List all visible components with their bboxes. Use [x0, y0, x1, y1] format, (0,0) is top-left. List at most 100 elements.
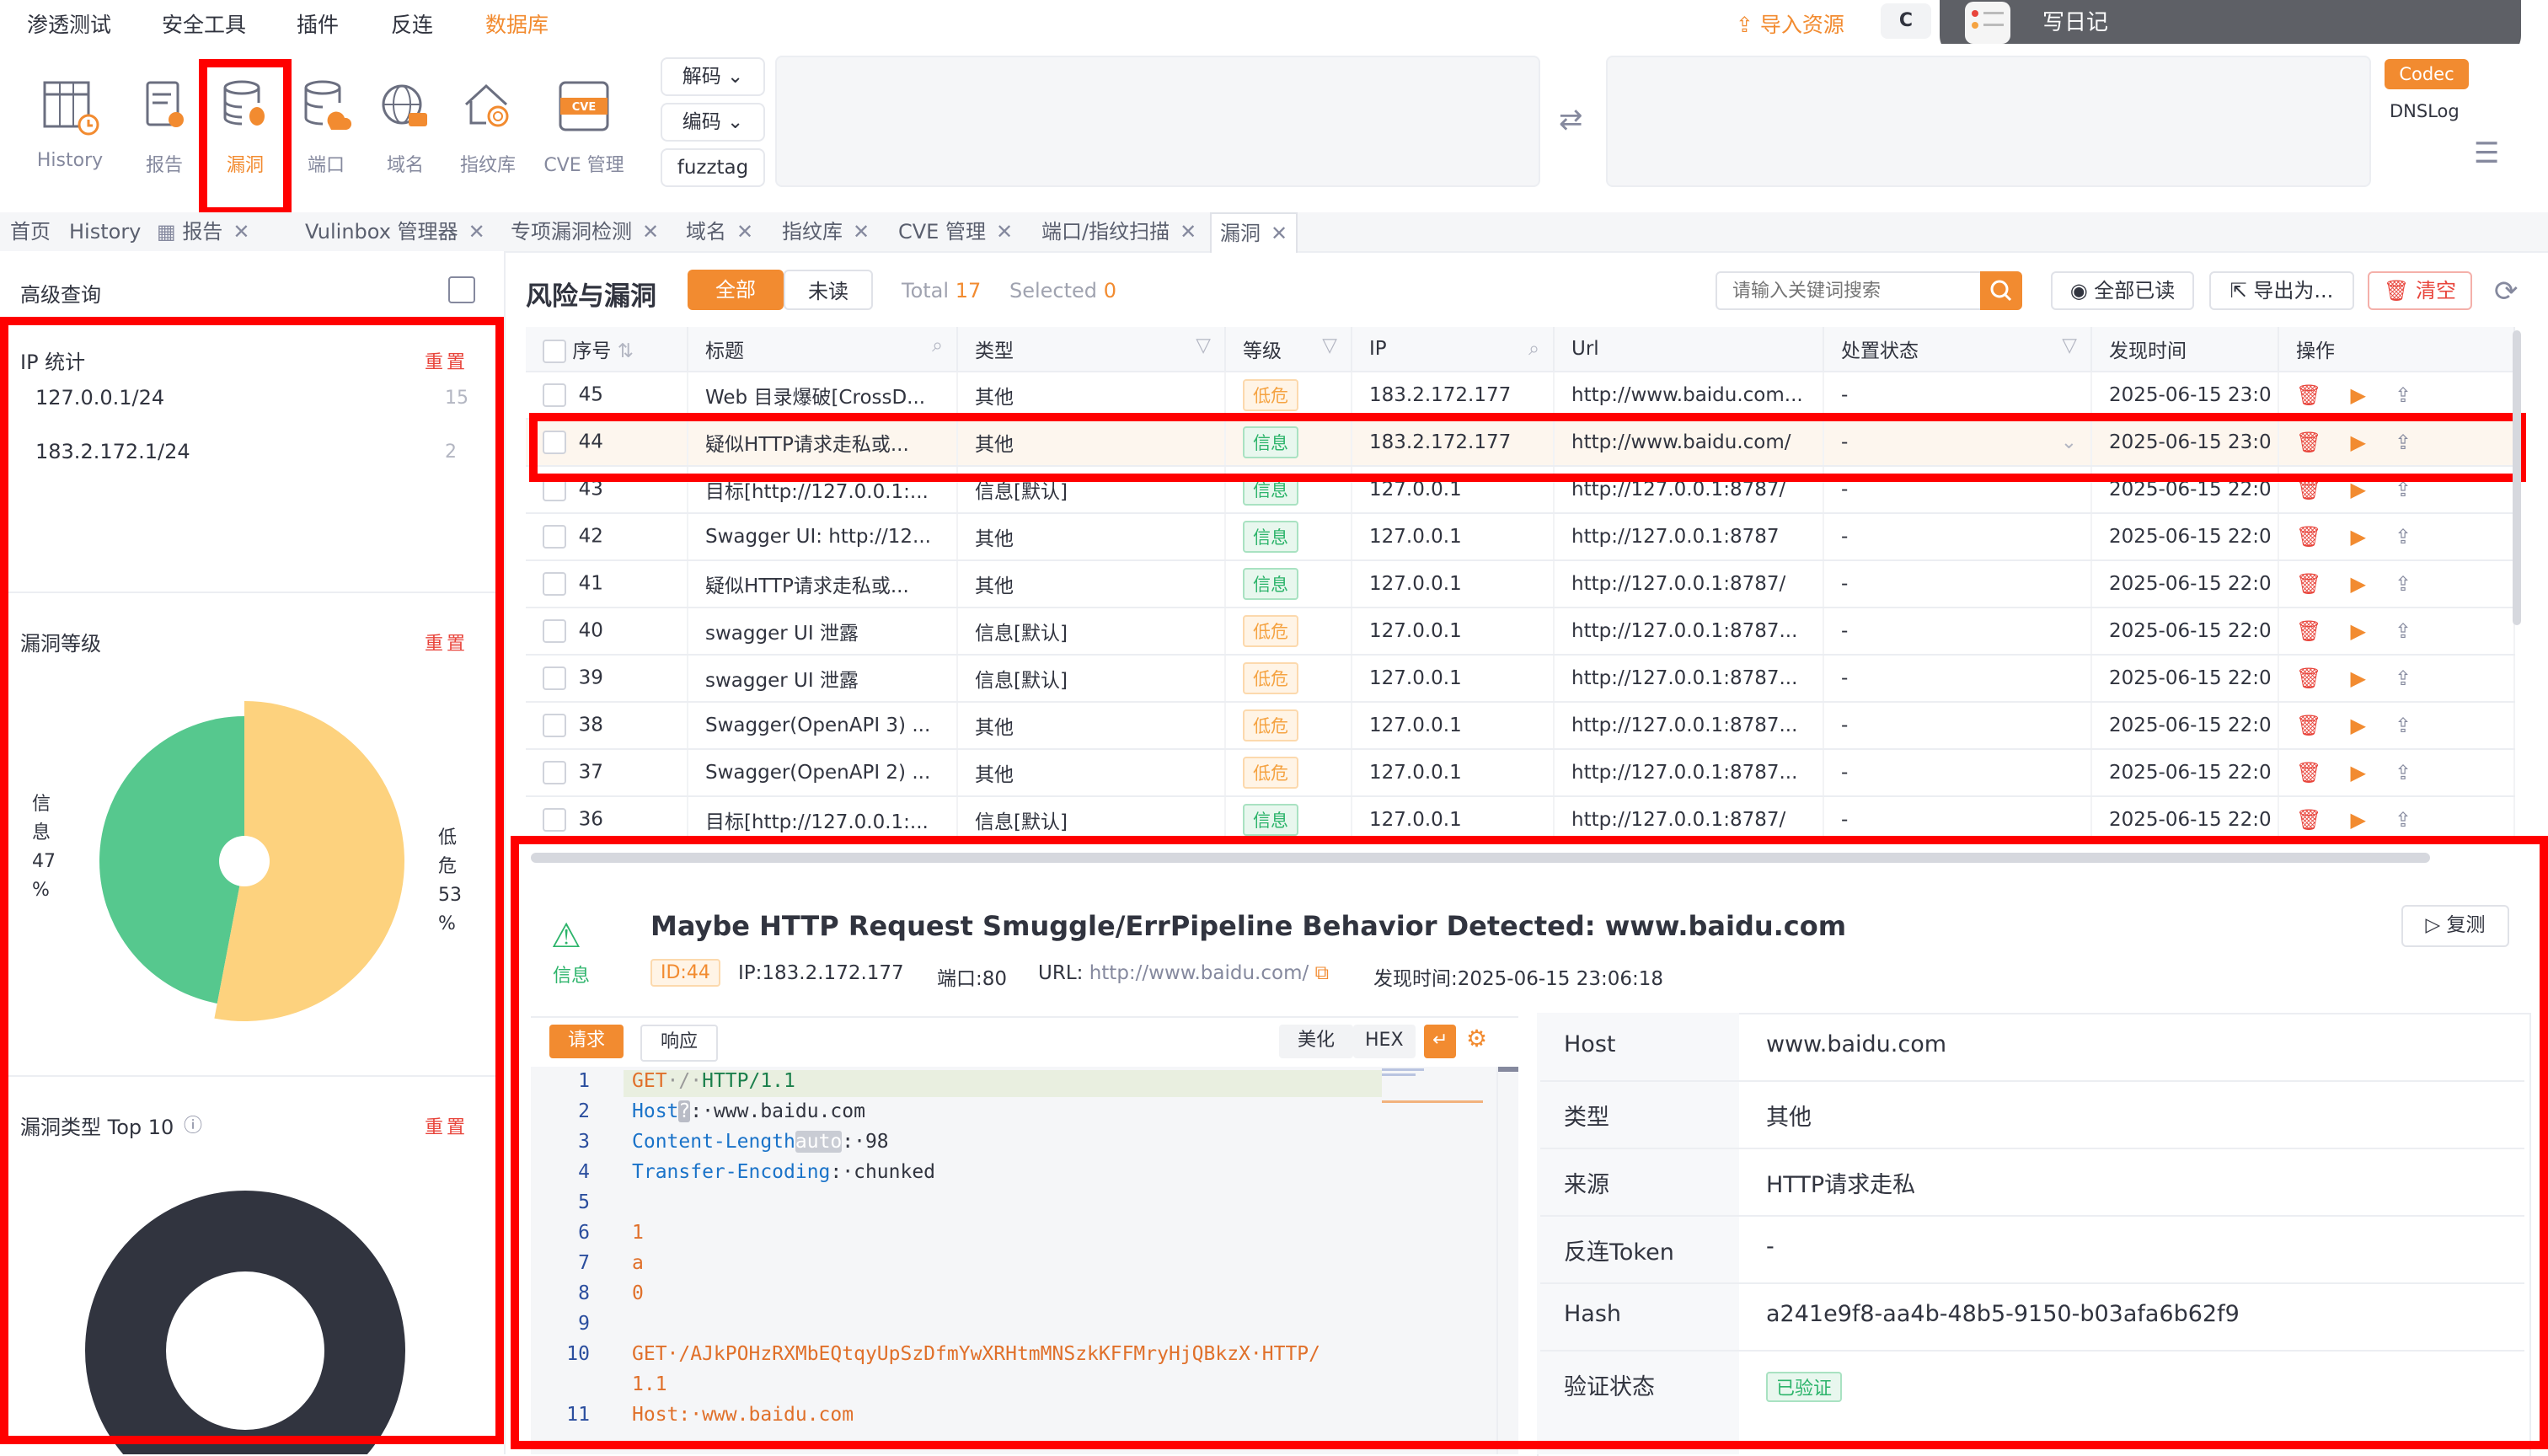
col-level[interactable]: 等级 ▽ [1225, 327, 1352, 372]
close-icon[interactable]: ✕ [736, 220, 753, 244]
upload-icon[interactable]: ⇪ [2395, 714, 2412, 737]
close-icon[interactable]: ✕ [853, 220, 870, 244]
col-url[interactable]: Url [1554, 327, 1824, 372]
cell-status[interactable]: - [1823, 560, 2092, 608]
swap-icon[interactable]: ⇄ [1559, 103, 1583, 136]
col-status[interactable]: 处置状态 ▽ [1823, 327, 2092, 372]
delete-icon[interactable]: 🗑 [2296, 572, 2321, 596]
col-ip[interactable]: IP ⌕ [1352, 327, 1555, 372]
import-resource-button[interactable]: ⇪ 导入资源 [1736, 8, 1844, 39]
tab-history[interactable]: History [61, 212, 149, 251]
refresh-icon[interactable]: ⟳ [2494, 275, 2519, 308]
cell-status[interactable]: - [1823, 513, 2092, 561]
upload-icon[interactable]: ⇪ [2395, 761, 2412, 784]
cell-status[interactable]: - [1823, 372, 2092, 420]
cell-status[interactable]: - [1823, 655, 2092, 703]
tab-vulinbox[interactable]: Vulinbox 管理器 ✕ [297, 212, 494, 251]
tool-cve[interactable]: CVE CVE 管理 [538, 76, 630, 177]
col-title[interactable]: 标题 ⌕ [688, 327, 958, 372]
tab-port-scan[interactable]: 端口/指纹扫描 ✕ [1033, 212, 1205, 251]
upload-icon[interactable]: ⇪ [2395, 808, 2412, 832]
row-checkbox[interactable] [543, 525, 566, 549]
col-type[interactable]: 类型 ▽ [957, 327, 1226, 372]
col-time[interactable]: 发现时间 [2091, 327, 2279, 372]
delete-icon[interactable]: 🗑 [2296, 761, 2321, 784]
play-icon[interactable]: ▶ [2350, 808, 2365, 832]
row-checkbox[interactable] [543, 572, 566, 596]
menu-database[interactable]: 数据库 [485, 8, 549, 39]
filter-unread-button[interactable]: 未读 [784, 270, 873, 310]
fuzztag-button[interactable]: fuzztag [661, 148, 765, 187]
tab-special-vuln[interactable]: 专项漏洞检测 ✕ [502, 212, 667, 251]
clear-button[interactable]: 🗑 清空 [2368, 271, 2472, 310]
search-icon[interactable]: ⌕ [1528, 338, 1539, 360]
upload-icon[interactable]: ⇪ [2395, 383, 2412, 407]
play-icon[interactable]: ▶ [2350, 525, 2365, 549]
play-icon[interactable]: ▶ [2350, 666, 2365, 690]
tab-home[interactable]: 首页 [2, 212, 59, 251]
row-checkbox[interactable] [543, 714, 566, 737]
play-icon[interactable]: ▶ [2350, 572, 2365, 596]
tab-fingerprint[interactable]: 指纹库 ✕ [774, 212, 878, 251]
upload-icon[interactable]: ⇪ [2395, 572, 2412, 596]
export-button[interactable]: ⇱ 导出为... [2209, 271, 2354, 310]
cell-status[interactable]: - [1823, 702, 2092, 750]
filter-icon[interactable]: ▽ [1196, 335, 1211, 356]
close-icon[interactable]: ✕ [996, 220, 1013, 244]
delete-icon[interactable]: 🗑 [2296, 525, 2321, 549]
table-row[interactable]: 45 Web 目录爆破[CrossD... 其他 低危 183.2.172.177 htt… [526, 372, 2515, 420]
input-textarea[interactable] [775, 56, 1540, 187]
filter-icon[interactable]: ▽ [2062, 335, 2077, 356]
filter-all-button[interactable]: 全部 [688, 270, 784, 310]
output-textarea[interactable] [1606, 56, 2371, 187]
tab-report[interactable]: ▦ 报告 ✕ [148, 212, 258, 251]
play-icon[interactable]: ▶ [2350, 619, 2365, 643]
close-icon[interactable]: ✕ [642, 220, 659, 244]
search-button[interactable] [1980, 271, 2022, 310]
dnslog-button[interactable]: DNSLog [2390, 101, 2460, 121]
upload-icon[interactable]: ⇪ [2395, 619, 2412, 643]
sort-lines-icon[interactable]: ☰ [2474, 136, 2499, 170]
play-icon[interactable]: ▶ [2350, 714, 2365, 737]
menu-pentest[interactable]: 渗透测试 [27, 8, 111, 39]
search-input[interactable] [1716, 271, 2022, 310]
c-button[interactable]: C [1881, 3, 1931, 39]
menu-security-tools[interactable]: 安全工具 [162, 8, 246, 39]
tool-fingerprint[interactable]: 指纹库 [442, 76, 534, 177]
table-row[interactable]: 38 Swagger(OpenAPI 3) ... 其他 低危 127.0.0.1 htt… [526, 702, 2515, 750]
cell-status[interactable]: - [1823, 749, 2092, 797]
menu-reverse[interactable]: 反连 [391, 8, 433, 39]
tool-report[interactable]: 报告 [118, 76, 211, 177]
row-checkbox[interactable] [543, 761, 566, 784]
delete-icon[interactable]: 🗑 [2296, 619, 2321, 643]
tab-domain[interactable]: 域名 ✕ [677, 212, 762, 251]
table-row[interactable]: 37 Swagger(OpenAPI 2) ... 其他 低危 127.0.0.1 htt… [526, 749, 2515, 797]
row-checkbox[interactable] [543, 808, 566, 832]
decode-dropdown[interactable]: 解码 ⌄ [661, 57, 765, 96]
select-all-checkbox[interactable] [543, 340, 566, 364]
encode-dropdown[interactable]: 编码 ⌄ [661, 103, 765, 142]
close-icon[interactable]: ✕ [468, 220, 485, 244]
search-icon[interactable]: ⌕ [932, 335, 943, 356]
table-row[interactable]: 39 swagger UI 泄露 信息[默认] 低危 127.0.0.1 http://1… [526, 655, 2515, 703]
codec-button[interactable]: Codec [2385, 59, 2469, 89]
row-checkbox[interactable] [543, 619, 566, 643]
row-checkbox[interactable] [543, 383, 566, 407]
table-row[interactable]: 42 Swagger UI: http://12... 其他 信息 127.0.0.1 h… [526, 513, 2515, 561]
sort-icon[interactable]: ⇅ [618, 340, 634, 362]
upload-icon[interactable]: ⇪ [2395, 525, 2412, 549]
filter-icon[interactable]: ▽ [1322, 335, 1337, 356]
delete-icon[interactable]: 🗑 [2296, 808, 2321, 832]
read-all-button[interactable]: ◉ 全部已读 [2051, 271, 2194, 310]
col-id[interactable]: 序号 ⇅ [526, 327, 688, 372]
table-row[interactable]: 40 swagger UI 泄露 信息[默认] 低危 127.0.0.1 http://1… [526, 608, 2515, 656]
tab-vuln[interactable]: 漏洞 ✕ [1210, 212, 1298, 253]
tool-domain[interactable]: 域名 [359, 76, 452, 177]
play-icon[interactable]: ▶ [2350, 761, 2365, 784]
delete-icon[interactable]: 🗑 [2296, 666, 2321, 690]
table-row[interactable]: 41 疑似HTTP请求走私或... 其他 信息 127.0.0.1 http://127.… [526, 560, 2515, 608]
play-icon[interactable]: ▶ [2350, 383, 2365, 407]
tool-history[interactable]: History [24, 76, 116, 171]
collapse-panel-icon[interactable] [448, 276, 475, 303]
close-icon[interactable]: ✕ [233, 220, 249, 244]
